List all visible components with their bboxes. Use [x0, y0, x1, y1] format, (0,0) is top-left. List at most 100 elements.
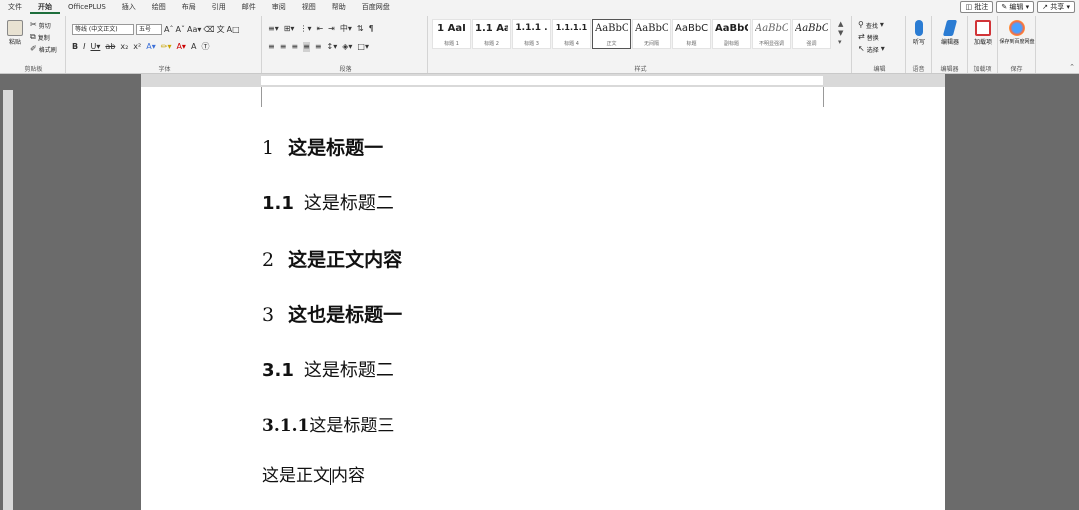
- tab-draw[interactable]: 绘图: [144, 0, 174, 14]
- increase-indent-icon[interactable]: ⇥: [328, 24, 335, 34]
- styles-scroll-arrows[interactable]: ▲ ▼ ▾: [838, 20, 843, 47]
- borders-icon[interactable]: □▾: [357, 42, 369, 52]
- superscript-icon[interactable]: x²: [133, 42, 141, 52]
- style-subtle-emphasis[interactable]: AaBbC 不明显强调: [752, 19, 791, 49]
- line-spacing-icon[interactable]: ↕▾: [327, 42, 338, 52]
- replace-button[interactable]: ⇄ 替换: [858, 32, 879, 42]
- editing-label: 编辑: [1009, 3, 1024, 11]
- find-label: 查找: [865, 22, 878, 30]
- font-size-combo[interactable]: 五号: [136, 24, 162, 35]
- chinese-layout-icon[interactable]: 中▾: [340, 24, 352, 34]
- body-para[interactable]: 这是正文内容: [262, 461, 365, 486]
- numbering-icon[interactable]: ⊞▾: [284, 24, 295, 34]
- strikethrough-icon[interactable]: ab: [105, 42, 115, 52]
- text-effects-icon[interactable]: A▾: [146, 42, 156, 52]
- paste-button[interactable]: 粘贴: [2, 20, 28, 46]
- style-heading-4[interactable]: 1.1.1.1 标题 4: [552, 19, 591, 49]
- format-painter-button[interactable]: ✐ 格式刷: [30, 44, 57, 54]
- addins-button[interactable]: 加载项: [965, 20, 1001, 46]
- cut-button[interactable]: ✂ 剪切: [30, 20, 51, 30]
- tab-layout[interactable]: 布局: [174, 0, 204, 14]
- style-heading-3[interactable]: 1.1.1 . 标题 3: [512, 19, 551, 49]
- tab-view[interactable]: 视图: [294, 0, 324, 14]
- tab-file[interactable]: 文件: [0, 0, 30, 14]
- tab-help[interactable]: 帮助: [324, 0, 354, 14]
- font-color-icon[interactable]: A▾: [176, 42, 186, 52]
- show-marks-icon[interactable]: ¶: [369, 24, 374, 34]
- style-subtitle[interactable]: AaBbC 副标题: [712, 19, 751, 49]
- editing-mode-button[interactable]: ✎ 编辑 ▾: [996, 1, 1035, 13]
- style-title[interactable]: AaBbC 标题: [672, 19, 711, 49]
- copy-button[interactable]: ⧉ 复制: [30, 32, 50, 42]
- style-heading-1[interactable]: 1 AaI 标题 1: [432, 19, 471, 49]
- style-sample: AaBbC: [715, 23, 748, 34]
- share-button[interactable]: ↗ 共享 ▾: [1037, 1, 1075, 13]
- style-no-spacing[interactable]: AaBbC 无间隔: [632, 19, 671, 49]
- align-right-icon[interactable]: ≡: [291, 42, 298, 52]
- heading-2-para[interactable]: 3.1 这是标题二: [262, 356, 394, 382]
- voice-group-label: 语音: [912, 66, 925, 73]
- tab-references[interactable]: 引用: [204, 0, 234, 14]
- heading-number: 1: [262, 137, 275, 159]
- style-sample: AaBbC: [635, 23, 668, 34]
- underline-icon[interactable]: U▾: [90, 42, 100, 52]
- style-heading-2[interactable]: 1.1 Aa 标题 2: [472, 19, 511, 49]
- tab-officeplus[interactable]: OfficePLUS: [60, 0, 114, 14]
- chevron-down-icon: ▾: [880, 44, 885, 53]
- highlight-icon[interactable]: ✏▾: [161, 42, 172, 52]
- document-page[interactable]: 1 这是标题一 1.1 这是标题二 2 这是正文内容 3 这也是标题一 3.1 这是标题二…: [141, 87, 945, 510]
- tab-home[interactable]: 开始: [30, 0, 60, 14]
- editor-button[interactable]: 编辑器: [932, 20, 968, 46]
- distributed-icon[interactable]: ≡: [315, 42, 322, 52]
- grow-font-icon[interactable]: Aˆ: [164, 25, 173, 35]
- tab-mailings[interactable]: 邮件: [234, 0, 264, 14]
- style-sample: AaBbC: [795, 23, 828, 34]
- tab-review[interactable]: 审阅: [264, 0, 294, 14]
- heading-number: 3.1.1: [262, 416, 310, 436]
- style-emphasis[interactable]: AaBbC 强调: [792, 19, 831, 49]
- style-name: 标题 4: [564, 41, 579, 47]
- style-normal[interactable]: AaBbC 正文: [592, 19, 631, 49]
- heading-1-para[interactable]: 3 这也是标题一: [262, 300, 402, 327]
- heading-3-para[interactable]: 3.1.1这是标题三: [262, 411, 394, 436]
- italic-icon[interactable]: I: [83, 42, 85, 52]
- font-name-combo[interactable]: 等线 (中文正文): [72, 24, 134, 35]
- heading-1-para[interactable]: 2 这是正文内容: [262, 245, 402, 272]
- decrease-indent-icon[interactable]: ⇤: [316, 24, 323, 34]
- style-sample: 1.1.1.1: [555, 23, 588, 32]
- subscript-icon[interactable]: x₂: [120, 42, 128, 52]
- change-case-icon[interactable]: Aa▾: [187, 25, 201, 35]
- chevron-down-icon: ▾: [879, 20, 884, 29]
- tab-baidu-netdisk[interactable]: 百度网盘: [354, 0, 398, 14]
- editor-group: 编辑器 编辑器: [932, 16, 968, 73]
- editing-group-label: 编辑: [873, 66, 886, 73]
- style-sample: 1.1.1 .: [515, 23, 548, 33]
- enclose-char-icon[interactable]: Ⓣ: [201, 42, 209, 52]
- select-icon: ↖: [858, 44, 865, 53]
- char-shading-icon[interactable]: A: [191, 42, 196, 52]
- collapse-ribbon-icon[interactable]: ⌃: [1069, 63, 1075, 71]
- save-to-netdisk-button[interactable]: 保存到百度网盘: [999, 20, 1035, 46]
- sort-icon[interactable]: ⇅: [357, 24, 364, 34]
- multilevel-list-icon[interactable]: ⋮▾: [299, 24, 311, 34]
- heading-1-para[interactable]: 1 这是标题一: [262, 133, 383, 160]
- align-center-icon[interactable]: ≡: [280, 42, 287, 52]
- comments-button[interactable]: ◫ 批注: [960, 1, 994, 13]
- align-left-icon[interactable]: ≡: [268, 42, 275, 52]
- horizontal-ruler[interactable]: [141, 74, 945, 87]
- justify-icon[interactable]: ≡: [303, 42, 310, 52]
- phonetic-guide-icon[interactable]: 文: [217, 25, 225, 35]
- find-button[interactable]: ⚲ 查找 ▾: [858, 20, 884, 30]
- replace-icon: ⇄: [858, 32, 865, 41]
- shrink-font-icon[interactable]: Aˇ: [175, 25, 184, 35]
- heading-2-para[interactable]: 1.1 这是标题二: [262, 189, 394, 215]
- clear-format-icon[interactable]: ⌫: [203, 25, 214, 35]
- bullets-icon[interactable]: ≡▾: [268, 24, 279, 34]
- tab-insert[interactable]: 插入: [114, 0, 144, 14]
- style-name: 副标题: [723, 41, 739, 47]
- vertical-ruler[interactable]: [3, 90, 13, 510]
- shading-icon[interactable]: ◈▾: [342, 42, 352, 52]
- char-border-icon[interactable]: A□: [227, 25, 240, 35]
- select-button[interactable]: ↖ 选择 ▾: [858, 44, 885, 54]
- bold-icon[interactable]: B: [72, 42, 78, 52]
